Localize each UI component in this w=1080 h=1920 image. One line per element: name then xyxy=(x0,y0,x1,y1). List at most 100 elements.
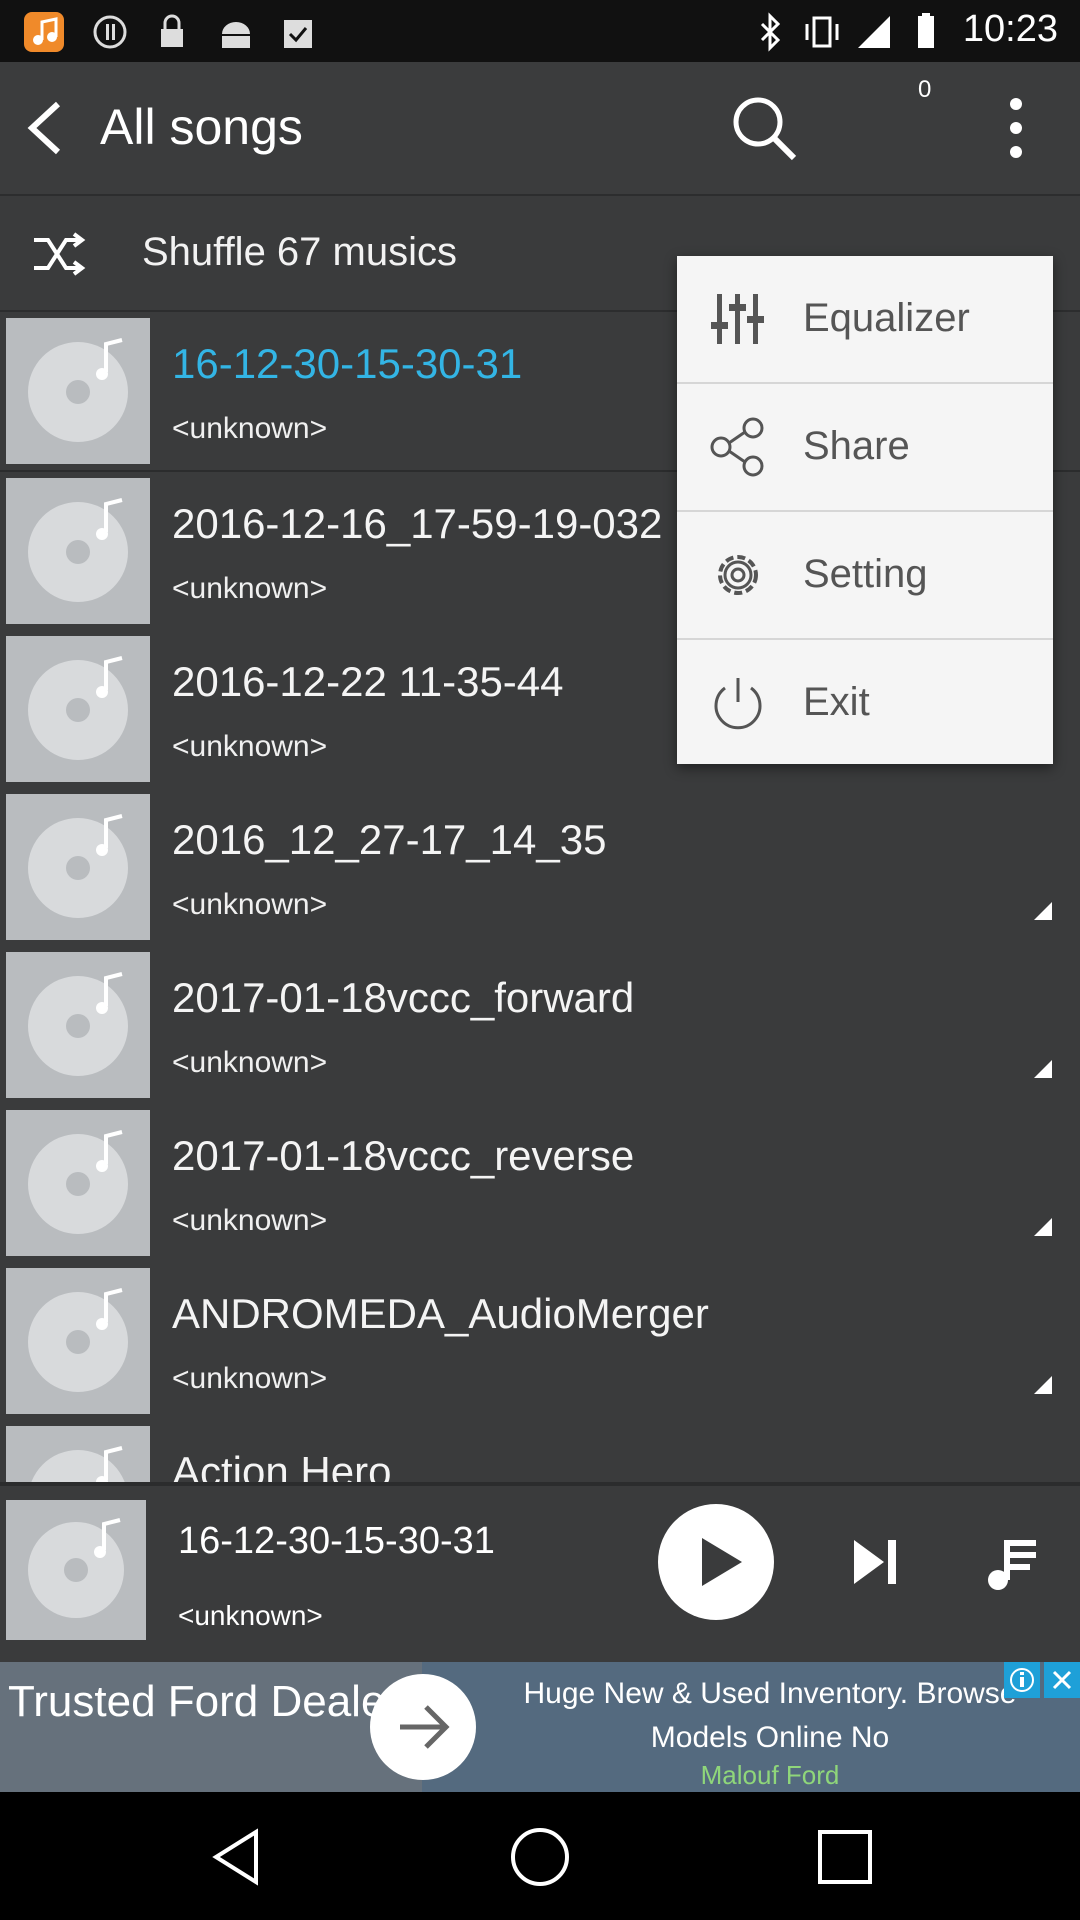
music-disc-icon xyxy=(28,1130,128,1234)
sync-icon xyxy=(90,12,130,52)
menu-item-equalizer[interactable]: Equalizer xyxy=(677,256,1053,384)
song-artist: <unknown> xyxy=(172,1204,328,1237)
battery-icon xyxy=(906,12,946,52)
music-disc-icon xyxy=(28,972,128,1076)
song-artist: <unknown> xyxy=(172,1046,328,1079)
menu-item-share[interactable]: Share xyxy=(677,384,1053,512)
now-playing-title: 16-12-30-15-30-31 xyxy=(178,1520,495,1562)
row-options-icon[interactable] xyxy=(1034,1376,1052,1394)
signal-icon xyxy=(854,12,894,52)
mini-player[interactable]: 16-12-30-15-30-31 <unknown> xyxy=(0,1482,1080,1666)
menu-item-label: Setting xyxy=(803,552,928,596)
back-triangle-icon xyxy=(212,1828,258,1886)
power-icon xyxy=(714,678,762,730)
song-artist: <unknown> xyxy=(172,730,328,763)
nav-back-button[interactable] xyxy=(202,1822,272,1892)
song-title: 2016-12-16_17-59-19-032 xyxy=(172,500,663,547)
song-row[interactable]: 2017-01-18vccc_forward <unknown> xyxy=(0,946,1080,1106)
status-bar: 10:23 xyxy=(0,0,1080,62)
recents-square-icon xyxy=(818,1830,872,1884)
song-artist: <unknown> xyxy=(172,572,328,605)
play-icon xyxy=(658,1504,774,1620)
song-row[interactable]: 2017-01-18vccc_reverse <unknown> xyxy=(0,1104,1080,1264)
page-title: All songs xyxy=(100,99,303,155)
song-title: 16-12-30-15-30-31 xyxy=(172,340,523,387)
song-title: 2017-01-18vccc_forward xyxy=(172,974,635,1021)
bluetooth-icon xyxy=(750,12,790,52)
home-circle-icon xyxy=(511,1828,569,1886)
album-art xyxy=(6,318,150,464)
album-art xyxy=(6,794,150,940)
more-vert-icon xyxy=(1010,98,1022,158)
play-button[interactable] xyxy=(656,1502,776,1627)
clipboard-check-icon xyxy=(278,12,318,52)
music-disc-icon xyxy=(28,814,128,918)
overflow-menu-button[interactable] xyxy=(974,86,1058,170)
album-art xyxy=(6,636,150,782)
menu-item-label: Exit xyxy=(803,680,870,724)
music-disc-icon xyxy=(28,1518,124,1618)
music-disc-icon xyxy=(28,656,128,760)
ad-left-panel: Trusted Ford Dealer xyxy=(0,1662,422,1792)
row-options-icon[interactable] xyxy=(1034,902,1052,920)
music-disc-icon xyxy=(28,498,128,602)
ad-text: Huge New & Used Inventory. Browse Models… xyxy=(523,1677,1017,1754)
music-app: All songs 0 Shuffle 67 musics 16-12-30-1… xyxy=(0,62,1080,1666)
music-disc-icon xyxy=(31,1446,125,1482)
lock-icon xyxy=(152,12,192,52)
song-artist: <unknown> xyxy=(172,888,328,921)
skip-next-icon xyxy=(854,1540,896,1584)
menu-item-setting[interactable]: Setting xyxy=(677,512,1053,640)
album-art xyxy=(6,1426,150,1482)
song-title: ANDROMEDA_AudioMerger xyxy=(172,1290,709,1337)
shuffle-label: Shuffle 67 musics xyxy=(142,230,457,274)
song-title: 2016_12_27-17_14_35 xyxy=(172,816,607,863)
menu-item-exit[interactable]: Exit xyxy=(677,640,1053,766)
search-icon xyxy=(733,97,797,161)
music-app-icon xyxy=(24,12,64,52)
clock: 10:23 xyxy=(962,8,1058,50)
nav-home-button[interactable] xyxy=(505,1822,575,1892)
arrow-right-icon xyxy=(400,1705,450,1749)
album-art xyxy=(6,1110,150,1256)
shuffle-icon xyxy=(34,232,86,276)
song-row[interactable]: 2016_12_27-17_14_35 <unknown> xyxy=(0,788,1080,948)
gear-icon xyxy=(718,555,758,595)
playlist-button[interactable] xyxy=(980,1532,1040,1597)
next-button[interactable] xyxy=(846,1532,906,1597)
toolbar: All songs 0 xyxy=(0,62,1080,196)
song-title: 2016-12-22 11-35-44 xyxy=(172,658,564,705)
song-title: 2017-01-18vccc_reverse xyxy=(172,1132,635,1179)
ad-brand: Malouf Ford xyxy=(700,1760,840,1790)
back-arrow-icon xyxy=(27,101,61,155)
music-disc-icon xyxy=(28,1288,128,1392)
android-icon xyxy=(216,12,256,52)
music-disc-icon xyxy=(28,338,128,442)
ad-arrow-button[interactable] xyxy=(370,1674,476,1780)
queue-count-badge: 0 xyxy=(918,76,932,103)
ad-banner[interactable]: Trusted Ford Dealer Huge New & Used Inve… xyxy=(0,1662,1080,1792)
vibrate-icon xyxy=(802,12,842,52)
ad-close-icon[interactable] xyxy=(1044,1662,1080,1698)
search-button[interactable] xyxy=(722,86,806,170)
nav-recents-button[interactable] xyxy=(810,1822,880,1892)
ad-title: Trusted Ford Dealer xyxy=(8,1677,401,1726)
album-art xyxy=(6,1268,150,1414)
ad-info-icon[interactable] xyxy=(1004,1662,1040,1698)
back-button[interactable] xyxy=(8,86,92,170)
song-row[interactable]: ANDROMEDA_AudioMerger <unknown> xyxy=(0,1262,1080,1422)
system-nav-bar xyxy=(0,1792,1080,1920)
song-title: Action Hero xyxy=(172,1448,392,1482)
row-options-icon[interactable] xyxy=(1034,1060,1052,1078)
song-artist: <unknown> xyxy=(172,1362,328,1395)
album-art xyxy=(6,952,150,1098)
overflow-menu: Equalizer Share Setting Exit xyxy=(677,256,1053,764)
song-row[interactable]: Action Hero xyxy=(0,1420,1080,1482)
song-artist: <unknown> xyxy=(172,412,328,445)
album-art xyxy=(6,478,150,624)
now-playing-artist: <unknown> xyxy=(178,1600,323,1631)
share-icon xyxy=(710,417,764,477)
equalizer-icon xyxy=(711,294,764,344)
row-options-icon[interactable] xyxy=(1034,1218,1052,1236)
queue-music-icon xyxy=(988,1540,1036,1590)
